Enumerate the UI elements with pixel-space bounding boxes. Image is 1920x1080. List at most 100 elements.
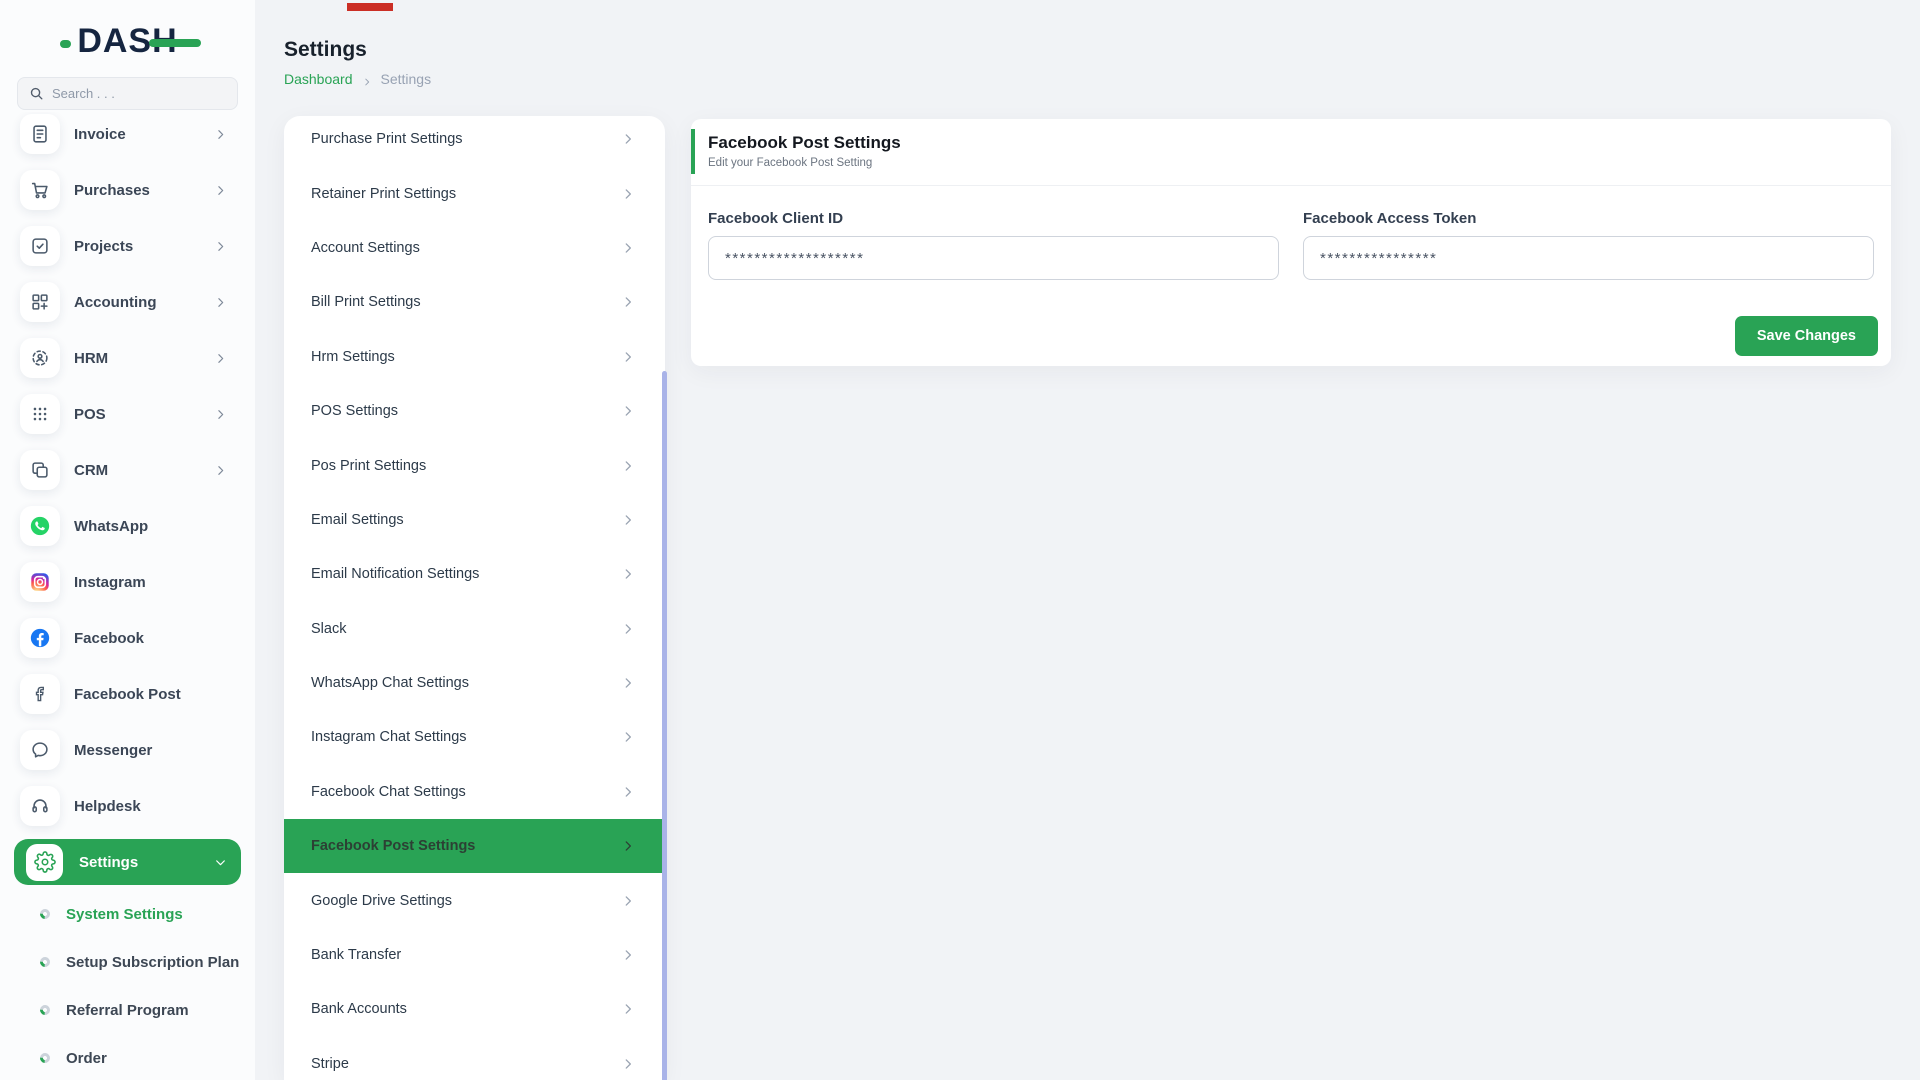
sidebar-item-hrm[interactable]: HRM (0, 330, 255, 386)
page-title: Settings (284, 38, 431, 62)
settings-menu-item-pos-print[interactable]: Pos Print Settings (284, 438, 665, 492)
sidebar-item-settings[interactable]: Settings (14, 839, 241, 885)
chevron-right-icon (621, 241, 635, 255)
settings-menu-item-purchase-print[interactable]: Purchase Print Settings (284, 116, 665, 166)
settings-menu-item-email-notification[interactable]: Email Notification Settings (284, 547, 665, 601)
sidebar-subitem-order[interactable]: Order (0, 1034, 255, 1080)
sidebar-item-label: Invoice (74, 126, 126, 143)
sidebar-subitem-system-settings[interactable]: System Settings (0, 890, 255, 938)
chevron-right-icon (214, 464, 227, 477)
sidebar-item-label: POS (74, 406, 106, 423)
sidebar-item-facebook[interactable]: Facebook (0, 610, 255, 666)
settings-menu-label: Instagram Chat Settings (311, 729, 467, 745)
sidebar-item-projects[interactable]: Projects (0, 218, 255, 274)
facebook-post-settings-card: Facebook Post Settings Edit your Faceboo… (691, 119, 1891, 366)
logo-text: DAS (77, 22, 152, 60)
sidebar-item-helpdesk[interactable]: Helpdesk (0, 778, 255, 834)
sidebar-item-invoice[interactable]: Invoice (0, 112, 255, 162)
chevron-down-icon (214, 856, 227, 869)
sidebar-item-label: Facebook (74, 630, 144, 647)
search-icon (29, 86, 44, 101)
settings-menu-label: Email Settings (311, 512, 404, 528)
sidebar-item-pos[interactable]: POS (0, 386, 255, 442)
settings-menu-label: Google Drive Settings (311, 893, 452, 909)
chevron-right-icon (621, 622, 635, 636)
facebook-client-id-input[interactable] (708, 236, 1279, 280)
sidebar-item-facebook-post[interactable]: Facebook Post (0, 666, 255, 722)
settings-menu-label: Facebook Post Settings (311, 838, 475, 854)
sidebar-item-label: HRM (74, 350, 108, 367)
settings-menu-label: Email Notification Settings (311, 566, 479, 582)
facebook-icon (20, 618, 60, 658)
chevron-right-icon (214, 240, 227, 253)
sidebar-subitem-referral-program[interactable]: Referral Program (0, 986, 255, 1034)
sidebar-item-purchases[interactable]: Purchases (0, 162, 255, 218)
hrm-target-icon (20, 338, 60, 378)
settings-menu-item-retainer-print[interactable]: Retainer Print Settings (284, 166, 665, 220)
facebook-client-id-label: Facebook Client ID (708, 210, 1279, 228)
settings-menu-item-bank-transfer[interactable]: Bank Transfer (284, 928, 665, 982)
sidebar-subitem-setup-subscription-plan[interactable]: Setup Subscription Plan (0, 938, 255, 986)
sidebar-subitem-label: Referral Program (66, 1002, 189, 1019)
settings-menu-item-stripe[interactable]: Stripe (284, 1037, 665, 1080)
app-logo: DASH (77, 22, 177, 61)
sidebar-item-whatsapp[interactable]: WhatsApp (0, 498, 255, 554)
sidebar-item-crm[interactable]: CRM (0, 442, 255, 498)
settings-menu-item-bill-print[interactable]: Bill Print Settings (284, 275, 665, 329)
bullet-icon (38, 955, 52, 969)
card-header: Facebook Post Settings Edit your Faceboo… (691, 119, 1891, 186)
sidebar-subitem-label: Setup Subscription Plan (66, 954, 239, 971)
scrollbar-thumb[interactable] (662, 371, 667, 1080)
search-box[interactable] (17, 77, 238, 110)
chevron-right-icon (621, 839, 635, 853)
settings-menu-item-pos[interactable]: POS Settings (284, 384, 665, 438)
chevron-right-icon (621, 513, 635, 527)
settings-menu-list: Purchase Print Settings Retainer Print S… (284, 116, 665, 1080)
settings-menu-item-instagram-chat[interactable]: Instagram Chat Settings (284, 710, 665, 764)
chevron-right-icon (214, 408, 227, 421)
accounting-grid-icon (20, 282, 60, 322)
instagram-icon (20, 562, 60, 602)
settings-menu-label: POS Settings (311, 403, 398, 419)
card-subtitle: Edit your Facebook Post Setting (708, 157, 1874, 169)
chevron-right-icon (621, 1057, 635, 1071)
settings-menu-item-facebook-post[interactable]: Facebook Post Settings (284, 819, 665, 873)
sidebar-item-label: Projects (74, 238, 133, 255)
breadcrumb-dashboard-link[interactable]: Dashboard (284, 71, 353, 87)
settings-menu-label: Pos Print Settings (311, 458, 426, 474)
sidebar-item-instagram[interactable]: Instagram (0, 554, 255, 610)
chevron-right-icon (621, 1002, 635, 1016)
sidebar-item-label: Purchases (74, 182, 150, 199)
logo-text-h: H (152, 22, 178, 60)
settings-menu-item-google-drive[interactable]: Google Drive Settings (284, 873, 665, 927)
chevron-right-icon (214, 352, 227, 365)
facebook-post-icon (20, 674, 60, 714)
save-changes-button[interactable]: Save Changes (1735, 316, 1878, 356)
sidebar-item-messenger[interactable]: Messenger (0, 722, 255, 778)
settings-menu-item-email[interactable]: Email Settings (284, 493, 665, 547)
facebook-access-token-input[interactable] (1303, 236, 1874, 280)
chevron-right-icon (621, 567, 635, 581)
bullet-icon (38, 1051, 52, 1065)
loading-indicator-bar (347, 3, 393, 11)
settings-menu-item-facebook-chat[interactable]: Facebook Chat Settings (284, 765, 665, 819)
settings-menu-item-hrm[interactable]: Hrm Settings (284, 330, 665, 384)
facebook-access-token-field: Facebook Access Token (1303, 210, 1874, 299)
settings-menu-label: Bank Accounts (311, 1001, 407, 1017)
accent-bar (691, 129, 695, 174)
settings-menu-label: Hrm Settings (311, 349, 395, 365)
sidebar-item-label: Instagram (74, 574, 146, 591)
sidebar-item-label: Accounting (74, 294, 157, 311)
settings-menu-item-bank-accounts[interactable]: Bank Accounts (284, 982, 665, 1036)
bullet-icon (38, 907, 52, 921)
facebook-client-id-field: Facebook Client ID (708, 210, 1279, 299)
settings-menu-item-whatsapp-chat[interactable]: WhatsApp Chat Settings (284, 656, 665, 710)
pos-dots-icon (20, 394, 60, 434)
settings-menu-item-slack[interactable]: Slack (284, 602, 665, 656)
sidebar-item-accounting[interactable]: Accounting (0, 274, 255, 330)
sidebar-item-label: CRM (74, 462, 108, 479)
search-input[interactable] (52, 86, 226, 101)
chevron-right-icon (621, 730, 635, 744)
settings-menu-item-account[interactable]: Account Settings (284, 221, 665, 275)
sidebar-item-label: Facebook Post (74, 686, 181, 703)
